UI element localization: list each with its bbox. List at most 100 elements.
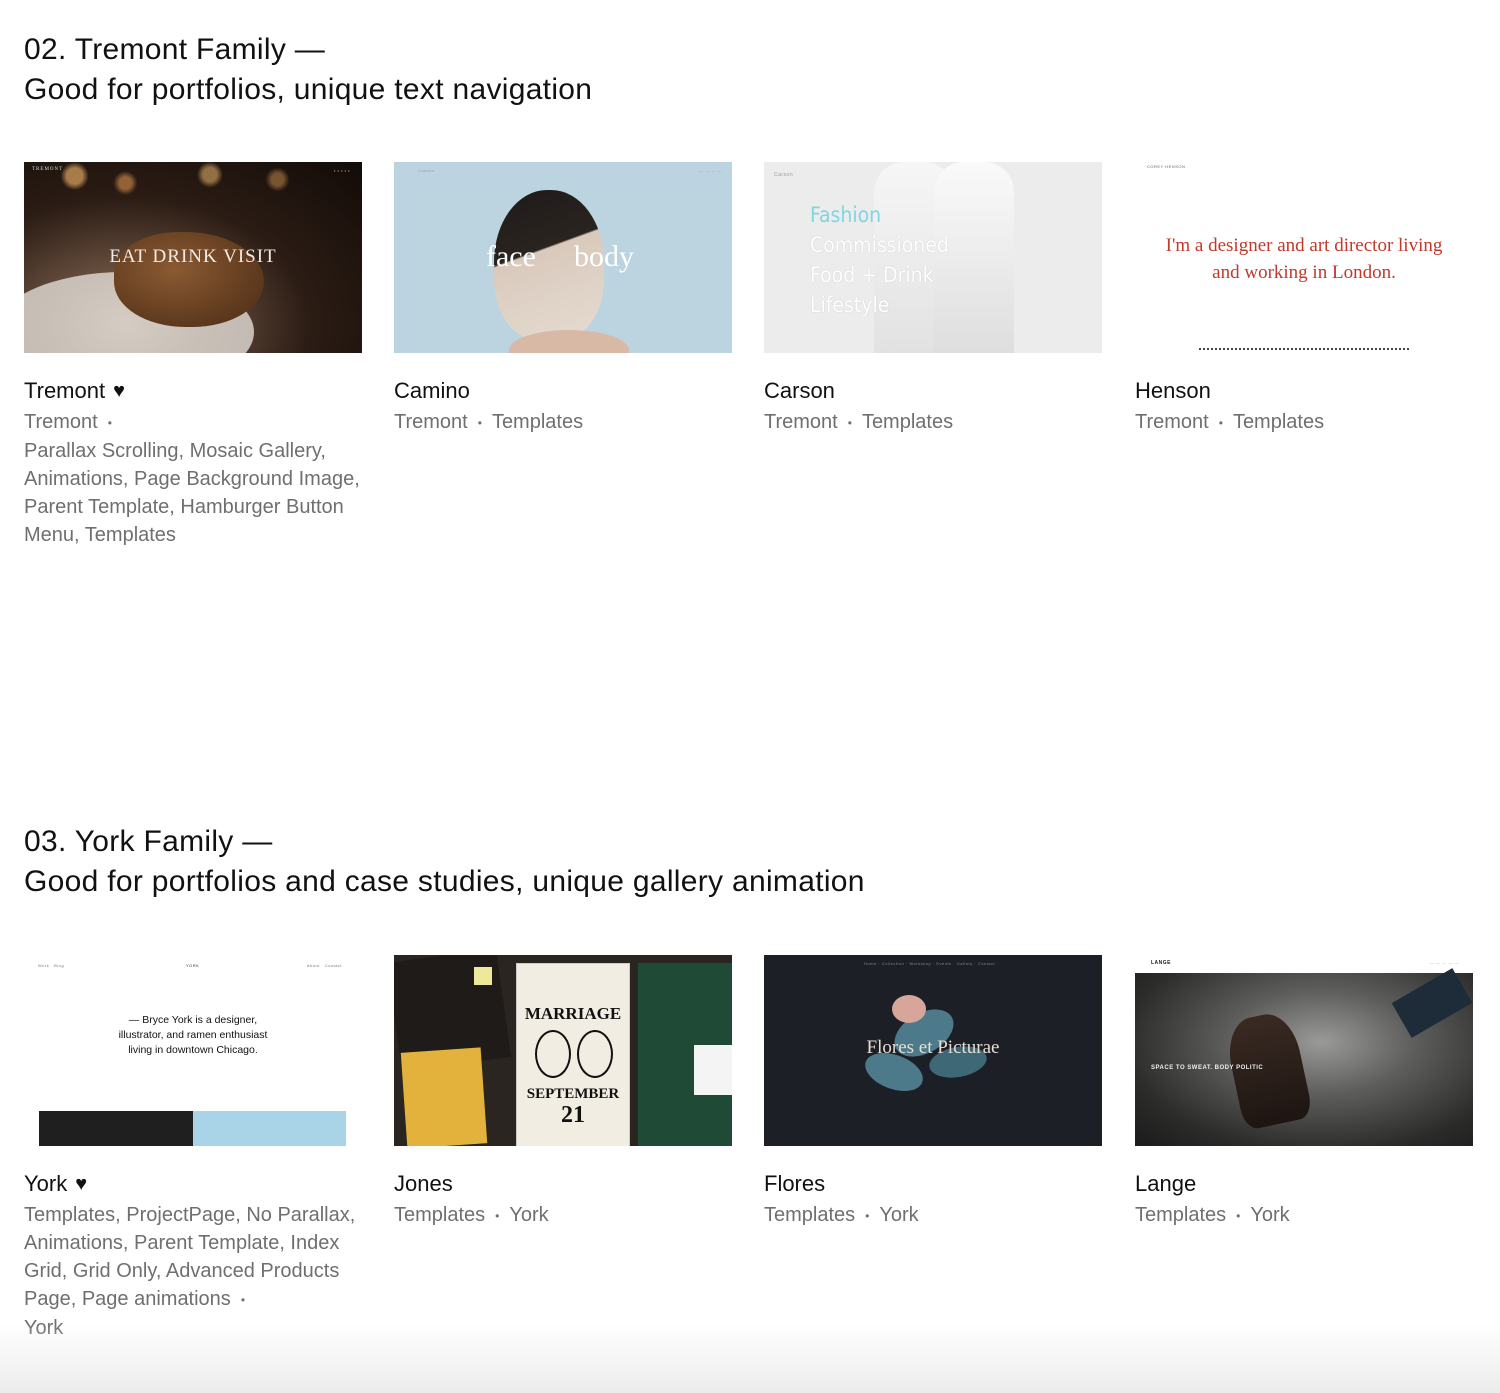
meta-link-york[interactable]: York [1250,1204,1289,1226]
template-card-jones[interactable]: MARRIAGE SEPTEMBER 21 Jones Templates • Yo… [394,955,732,1230]
card-meta: Tremont • Parallax Scrolling, Mosaic Gall… [24,408,362,549]
flores-thumbnail[interactable]: Home · Collection · Workshop · Events · … [764,955,1102,1146]
thumb-word-body: body [574,240,634,273]
meta-link-tremont[interactable]: Tremont [764,411,838,433]
meta-link-york[interactable]: York [879,1204,918,1226]
template-card-carson[interactable]: Carson Fashion Commissioned Food + Drink… [764,162,1102,437]
meta-tags[interactable]: Templates, ProjectPage, No Parallax, Ani… [24,1204,355,1310]
heart-icon[interactable]: ♥ [75,1170,87,1198]
card-title-text: Lange [1135,1171,1197,1196]
thumb-logo: Camino [418,168,435,173]
poster-portrait-left [535,1030,571,1078]
card-title-text: York [24,1171,68,1196]
template-card-henson[interactable]: COREY HENSON I'm a designer and art dire… [1135,162,1473,437]
meta-link-templates[interactable]: Templates [1233,411,1324,433]
henson-thumbnail[interactable]: COREY HENSON I'm a designer and art dire… [1135,162,1473,353]
poster-word-september: SEPTEMBER [526,1086,620,1102]
meta-link-tremont[interactable]: Tremont [1135,411,1209,433]
meta-separator: • [240,1292,246,1307]
template-card-flores[interactable]: Home · Collection · Workshop · Events · … [764,955,1102,1230]
thumb-nav: • • • • • [334,168,350,173]
thumb-line-fashion: Fashion [810,203,882,227]
meta-link-templates[interactable]: Templates [1135,1204,1226,1226]
card-meta: Templates • York [1135,1201,1473,1230]
thumb-line-lifestyle: Lifestyle [810,293,890,317]
card-meta: Tremont • Templates [764,408,1102,437]
meta-separator: • [1236,1208,1241,1223]
thumb-footer-links [1199,348,1409,350]
section-title-line1: 03. York Family — [24,825,273,858]
meta-tags[interactable]: Parallax Scrolling, Mosaic Gallery, Anim… [24,440,360,546]
meta-link-templates[interactable]: Templates [394,1204,485,1226]
thumb-nav: — — — — [699,168,722,173]
wedding-poster: MARRIAGE SEPTEMBER 21 [516,963,630,1146]
jones-thumbnail[interactable]: MARRIAGE SEPTEMBER 21 [394,955,732,1146]
thumb-nav: Home · Collection · Workshop · Events · … [864,961,996,966]
thumb-logo: Carson [774,172,794,178]
card-title[interactable]: Henson [1135,377,1473,405]
meta-separator: • [477,415,482,430]
card-title-text: Henson [1135,378,1211,403]
york-block-blue [193,1111,346,1146]
meta-link-york[interactable]: York [509,1204,548,1226]
meta-link-tremont[interactable]: Tremont [24,411,98,433]
meta-separator: • [847,415,852,430]
thumb-headline: EAT DRINK VISIT [109,246,277,267]
lange-thumbnail[interactable]: LANGE — — — — — SPACE TO SWEAT. BODY POL… [1135,955,1473,1146]
meta-separator: • [495,1208,500,1223]
flower-shape [892,995,926,1023]
paper-sheet [694,1045,732,1095]
meta-link-york[interactable]: York [24,1317,63,1339]
camino-thumbnail[interactable]: Camino — — — — face body [394,162,732,353]
thumb-logo: COREY HENSON [1147,164,1186,169]
card-title[interactable]: York ♥ [24,1170,362,1198]
thumb-headline: I'm a designer and art director living a… [1165,235,1443,283]
template-card-tremont[interactable]: TREMONT • • • • • EAT DRINK VISIT Tremon… [24,162,362,549]
card-title-text: Tremont [24,378,106,403]
heart-icon[interactable]: ♥ [113,377,125,405]
tremont-family-section: 02. Tremont Family — Good for portfolios… [24,30,1476,110]
card-title[interactable]: Camino [394,377,732,405]
card-title[interactable]: Lange [1135,1170,1473,1198]
card-title[interactable]: Carson [764,377,1102,405]
card-meta: Templates, ProjectPage, No Parallax, Ani… [24,1201,362,1342]
york-family-section: 03. York Family — Good for portfolios an… [24,822,1476,902]
meta-link-templates[interactable]: Templates [862,411,953,433]
carson-thumbnail[interactable]: Carson Fashion Commissioned Food + Drink… [764,162,1102,353]
template-card-york[interactable]: Work Blog YORK About Contact — Bryce Yor… [24,955,362,1342]
section-title: 02. Tremont Family — Good for portfolios… [24,30,1476,110]
meta-link-templates[interactable]: Templates [492,411,583,433]
poster-word-marriage: MARRIAGE [524,1004,622,1023]
template-card-lange[interactable]: LANGE — — — — — SPACE TO SWEAT. BODY POL… [1135,955,1473,1230]
meta-link-templates[interactable]: Templates [764,1204,855,1226]
thumb-word-face: face [486,240,536,273]
thumb-logo: LANGE [1151,960,1171,966]
card-meta: Templates • York [394,1201,732,1230]
thumb-logo: YORK [186,963,200,968]
card-title[interactable]: Flores [764,1170,1102,1198]
tremont-thumbnail[interactable]: TREMONT • • • • • EAT DRINK VISIT [24,162,362,353]
thumb-headline: SPACE TO SWEAT. BODY POLITIC [1151,1065,1264,1071]
thumb-nav: Work Blog [38,963,65,968]
section-title-line1: 02. Tremont Family — [24,33,326,66]
section-title: 03. York Family — Good for portfolios an… [24,822,1476,902]
section-subtitle: Good for portfolios and case studies, un… [24,865,865,898]
york-block-dark [39,1111,193,1146]
card-title[interactable]: Tremont ♥ [24,377,362,405]
york-thumbnail[interactable]: Work Blog YORK About Contact — Bryce Yor… [24,955,362,1146]
thumb-headline: Flores et Picturae [866,1037,1000,1058]
meta-separator: • [107,415,112,430]
poster-number: 21 [561,1102,585,1128]
meta-link-tremont[interactable]: Tremont [394,411,468,433]
template-card-camino[interactable]: Camino — — — — face body Camino Tremont •… [394,162,732,437]
section-subtitle: Good for portfolios, unique text navigat… [24,73,593,106]
yellow-card [400,1047,488,1146]
card-title-text: Camino [394,378,470,403]
card-title[interactable]: Jones [394,1170,732,1198]
bokeh-lights [24,162,362,232]
thumb-line-food: Food + Drink [810,263,934,287]
card-title-text: Flores [764,1171,826,1196]
card-title-text: Carson [764,378,835,403]
card-meta: Tremont • Templates [394,408,732,437]
thumb-logo: TREMONT [32,167,64,172]
